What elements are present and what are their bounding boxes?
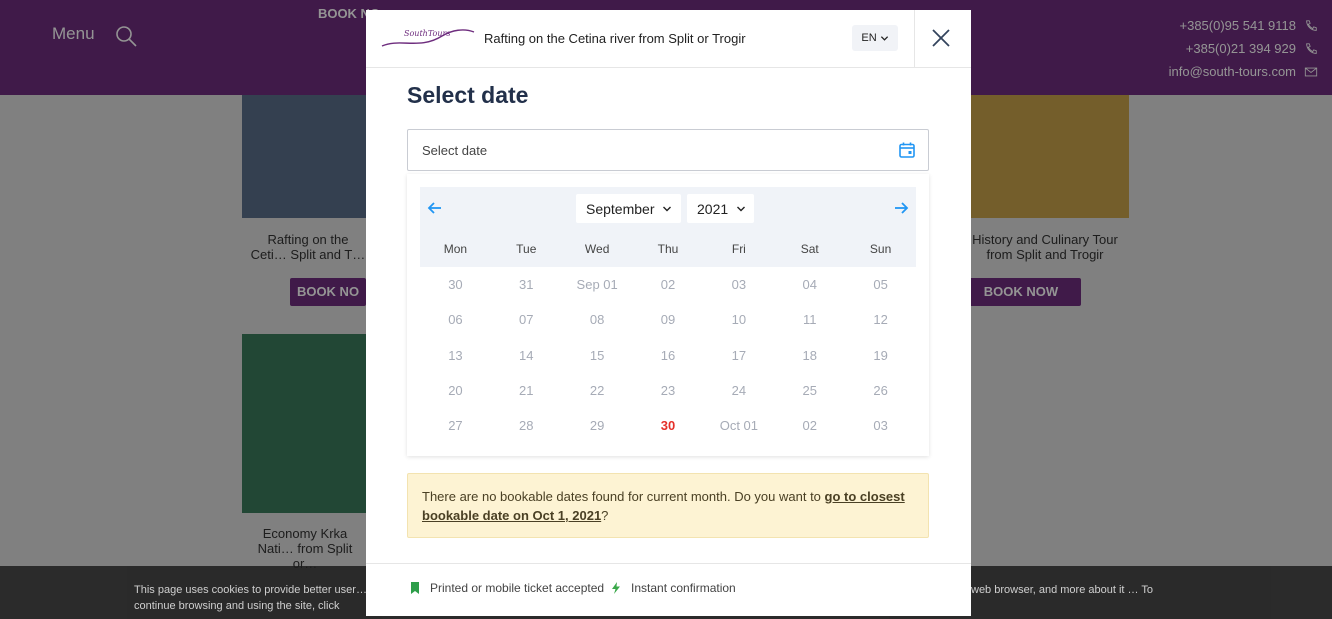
calendar-day: 12	[873, 312, 888, 328]
calendar-nav: September 2021	[420, 187, 916, 231]
calendar-grid: 30 31 Sep 01 02 03 04 05 06 07 08 09 10 …	[420, 267, 916, 443]
notice-suffix: ?	[601, 508, 609, 523]
calendar-day: 21	[519, 383, 534, 399]
calendar-day: 29	[589, 418, 605, 434]
year-select[interactable]: 2021	[687, 194, 754, 223]
language-label: EN	[861, 32, 877, 44]
calendar-day: 11	[802, 312, 817, 328]
chevron-down-icon	[737, 206, 746, 211]
lightning-icon	[612, 582, 620, 594]
calendar-day: 03	[873, 418, 888, 434]
calendar-day: 08	[589, 312, 605, 328]
calendar-day: 23	[660, 383, 676, 399]
divider	[914, 10, 915, 68]
calendar-day: 18	[802, 347, 817, 363]
calendar-day: 09	[660, 312, 676, 328]
south-tours-logo: SouthTours	[381, 29, 475, 47]
calendar-day: 02	[660, 277, 676, 293]
calendar-week: 30 31 Sep 01 02 03 04 05	[420, 267, 916, 302]
calendar-day: 10	[731, 312, 747, 328]
date-input[interactable]: Select date	[407, 129, 929, 171]
section-title: Select date	[407, 82, 529, 108]
calendar-day: 27	[448, 418, 463, 434]
calendar-week: 27 28 29 30 Oct 01 02 03	[420, 408, 916, 443]
month-select[interactable]: September	[576, 194, 681, 223]
calendar-day: 25	[802, 383, 817, 399]
calendar-day: 04	[802, 277, 817, 293]
calendar-day: Oct 01	[719, 418, 759, 434]
arrow-left-icon[interactable]	[426, 199, 444, 217]
feature-confirmation-label: Instant confirmation	[631, 581, 736, 595]
calendar-day: 17	[731, 347, 747, 363]
cookie-text-right: web browser, and more about it … To	[971, 584, 1154, 596]
close-icon[interactable]	[928, 25, 954, 51]
weekday-header: Mon Tue Wed Thu Fri Sat Sun	[420, 231, 916, 267]
calendar-day: 28	[519, 418, 534, 434]
month-label: September	[586, 200, 655, 217]
calendar-day: Sep 01	[576, 277, 618, 293]
date-input-value: Select date	[422, 143, 488, 158]
chevron-down-icon	[663, 206, 672, 211]
arrow-right-icon[interactable]	[892, 199, 910, 217]
language-selector[interactable]: EN	[852, 25, 898, 51]
calendar-day: 19	[873, 347, 888, 363]
svg-text:SouthTours: SouthTours	[404, 29, 450, 38]
calendar-day: 26	[873, 383, 888, 399]
booking-modal: SouthTours Rafting on the Cetina river f…	[366, 10, 971, 616]
calendar-day: 03	[731, 277, 747, 293]
weekday-label: Wed	[584, 242, 610, 256]
calendar-day: 24	[731, 383, 747, 399]
calendar-day-today: 30	[660, 418, 676, 434]
bookmark-icon	[411, 582, 419, 594]
feature-ticket-label: Printed or mobile ticket accepted	[430, 581, 605, 595]
calendar-day: 02	[802, 418, 817, 434]
calendar-day: 16	[660, 347, 676, 363]
calendar-week: 06 07 08 09 10 11 12	[420, 302, 916, 337]
weekday-label: Mon	[443, 242, 468, 256]
calendar-day: 31	[519, 277, 534, 293]
calendar-week: 13 14 15 16 17 18 19	[420, 338, 916, 373]
modal-header: SouthTours Rafting on the Cetina river f…	[366, 10, 971, 68]
year-label: 2021	[697, 200, 729, 217]
modal-title: Rafting on the Cetina river from Split o…	[484, 31, 746, 46]
notice-text: There are no bookable dates found for cu…	[422, 489, 825, 504]
calendar-day: 05	[873, 277, 888, 293]
calendar-day: 06	[448, 312, 463, 328]
calendar-day: 14	[519, 347, 534, 363]
calendar-icon[interactable]	[898, 141, 916, 159]
cookie-text: This page uses cookies to provide better…	[134, 584, 367, 612]
calendar-day: 15	[589, 347, 605, 363]
weekday-label: Sat	[800, 242, 819, 256]
weekday-label: Fri	[731, 242, 746, 256]
calendar-day: 22	[589, 383, 605, 399]
calendar-day: 20	[448, 383, 463, 399]
calendar-day: 13	[448, 347, 463, 363]
feature-ticket: Printed or mobile ticket accepted	[408, 581, 604, 595]
modal-footer: Printed or mobile ticket accepted Instan…	[366, 563, 971, 616]
weekday-label: Sun	[869, 242, 892, 256]
calendar-week: 20 21 22 23 24 25 26	[420, 373, 916, 408]
chevron-down-icon	[880, 35, 888, 41]
weekday-label: Thu	[657, 242, 679, 256]
no-dates-notice: There are no bookable dates found for cu…	[407, 473, 929, 538]
feature-confirmation: Instant confirmation	[609, 581, 736, 595]
weekday-label: Tue	[516, 242, 537, 256]
calendar-day: 30	[448, 277, 463, 293]
calendar-popup: September 2021 Mon Tue Wed Thu Fri Sat S…	[407, 174, 929, 456]
calendar-day: 07	[519, 312, 534, 328]
